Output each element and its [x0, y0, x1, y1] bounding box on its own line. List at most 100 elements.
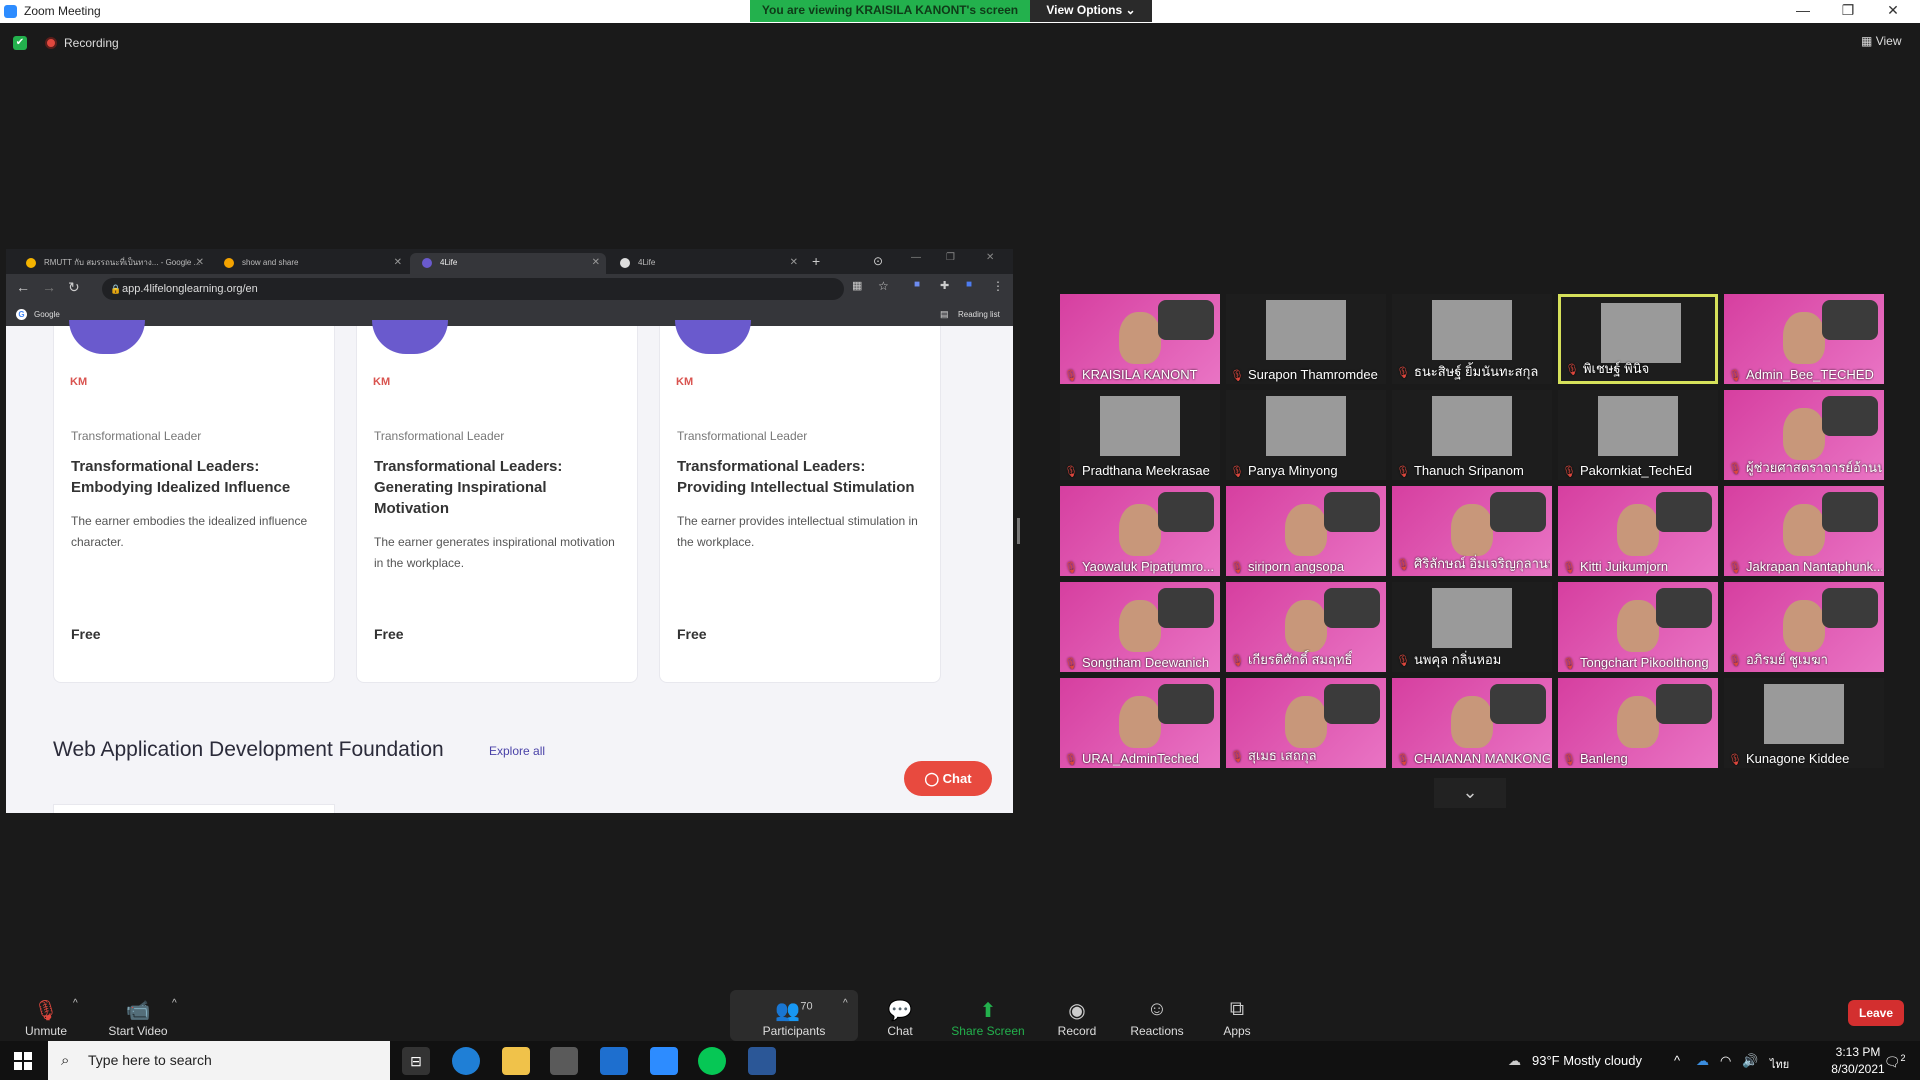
start-video-button[interactable]: 📹 Start Video — [98, 998, 178, 1038]
close-icon[interactable]: ✕ — [790, 253, 798, 272]
participant-tile[interactable]: 🎙 ธนะสิษฐ์ ยิ้มนันทะสกุล — [1392, 294, 1552, 384]
participants-button[interactable]: 👥70 Participants — [754, 998, 834, 1038]
forward-icon[interactable]: → — [42, 279, 56, 295]
participant-tile[interactable]: 🎙 KRAISILA KANONT — [1060, 294, 1220, 384]
card-title[interactable]: Transformational Leaders: Providing Inte… — [677, 456, 927, 498]
edge-icon[interactable] — [452, 1047, 480, 1075]
card-title[interactable]: Transformational Leaders: Embodying Idea… — [71, 456, 321, 498]
browser-menu-icon[interactable]: ⋮ — [992, 279, 1004, 293]
notification-icon[interactable]: 🗨2 — [1884, 1053, 1906, 1070]
participant-tile[interactable]: 🎙 Songtham Deewanich — [1060, 582, 1220, 672]
participant-tile[interactable]: 🎙 siriporn angsopa — [1226, 486, 1386, 576]
gallery-next-page-button[interactable]: ⌄ — [1434, 778, 1506, 808]
share-screen-button[interactable]: ⬆ Share Screen — [948, 998, 1028, 1038]
card-title[interactable]: Transformational Leaders: Generating Ins… — [374, 456, 624, 519]
mail-icon[interactable] — [600, 1047, 628, 1075]
url-input[interactable]: 🔒 app.4lifelonglearning.org/en — [102, 278, 844, 300]
participant-tile[interactable]: 🎙 Yaowaluk Pipatjumro... — [1060, 486, 1220, 576]
badge-card[interactable] — [53, 804, 335, 813]
volume-icon[interactable]: 🔊 — [1742, 1053, 1758, 1069]
record-button[interactable]: ◉ Record — [1037, 998, 1117, 1038]
participant-tile[interactable]: 🎙 อภิรมย์ ชูเมฆา — [1724, 582, 1884, 672]
participant-tile[interactable]: 🎙 Tongchart Pikoolthong — [1558, 582, 1718, 672]
reactions-button[interactable]: ☺ Reactions — [1117, 998, 1197, 1038]
close-button[interactable]: ✕ — [986, 252, 994, 263]
restore-button[interactable]: ❐ — [1833, 2, 1863, 19]
participant-tile[interactable]: 🎙 Banleng — [1558, 678, 1718, 768]
split-handle[interactable] — [1017, 518, 1020, 544]
badge-card[interactable]: KM Transformational Leader Transformatio… — [356, 320, 638, 683]
participant-tile[interactable]: 🎙 Kitti Juikumjorn — [1558, 486, 1718, 576]
browser-tab[interactable]: show and share ✕ — [212, 253, 408, 274]
participant-name: 🎙 Surapon Thamromdee — [1230, 367, 1378, 382]
apps-button[interactable]: ⧉ Apps — [1197, 998, 1277, 1038]
badge-card[interactable]: KM Transformational Leader Transformatio… — [659, 320, 941, 683]
file-explorer-icon[interactable] — [502, 1047, 530, 1075]
show-hidden-icons-icon[interactable]: ^ — [1674, 1053, 1680, 1068]
participant-tile[interactable]: 🎙 นพคุล กลิ่นหอม — [1392, 582, 1552, 672]
install-app-icon[interactable]: ▦ — [852, 279, 862, 292]
recording-label[interactable]: Recording — [64, 36, 119, 50]
microsoft-store-icon[interactable] — [550, 1047, 578, 1075]
participant-tile[interactable]: 🎙 Pradthana Meekrasae — [1060, 390, 1220, 480]
extension-shield-icon[interactable]: ■ — [966, 279, 972, 290]
word-icon[interactable] — [748, 1047, 776, 1075]
participant-tile[interactable]: 🎙 Kunagone Kiddee — [1724, 678, 1884, 768]
windows-start-icon[interactable] — [14, 1052, 32, 1070]
explore-all-link[interactable]: Explore all — [489, 744, 545, 758]
onedrive-icon[interactable]: ☁ — [1696, 1053, 1709, 1069]
extension-ab-icon[interactable]: ■ — [914, 279, 920, 290]
reload-icon[interactable]: ↻ — [68, 279, 80, 296]
line-app-icon[interactable] — [698, 1047, 726, 1075]
url-text: app.4lifelonglearning.org/en — [122, 283, 258, 295]
participant-tile[interactable]: 🎙 ผู้ช่วยศาสตราจารย์อ้านน... — [1724, 390, 1884, 480]
view-options-button[interactable]: View Options ⌄ — [1030, 0, 1152, 22]
participants-options-chevron-icon[interactable]: ^ — [843, 998, 848, 1009]
chat-button[interactable]: ◯ Chat — [904, 761, 992, 796]
participant-tile[interactable]: 🎙 พิเชษฐ์ พินิจ — [1558, 294, 1718, 384]
minimize-button[interactable]: — — [1788, 2, 1818, 18]
participant-video — [1119, 696, 1161, 748]
browser-tab[interactable]: 4Life ✕ — [608, 253, 804, 274]
browser-tab-active[interactable]: 4Life ✕ — [410, 253, 606, 274]
participant-tile[interactable]: 🎙 Thanuch Sripanom — [1392, 390, 1552, 480]
browser-tab[interactable]: RMUTT กับ สมรรถนะที่เป็นทาง... - Google … — [14, 253, 210, 274]
participant-name: 🎙ศิริลักษณ์ อิ่มเจริญกุลานนท์ — [1396, 553, 1550, 574]
bookmark-star-icon[interactable]: ☆ — [878, 279, 889, 293]
chat-toolbar-button[interactable]: 💬 Chat — [860, 998, 940, 1038]
badge-card[interactable]: KM Transformational Leader Transformatio… — [53, 320, 335, 683]
participant-tile[interactable]: 🎙 Panya Minyong — [1226, 390, 1386, 480]
back-icon[interactable]: ← — [16, 279, 30, 295]
participant-tile[interactable]: 🎙 Pakornkiat_TechEd — [1558, 390, 1718, 480]
task-view-icon[interactable]: ⊟ — [402, 1047, 430, 1075]
participant-tile[interactable]: 🎙 Jakrapan Nantaphunk... — [1724, 486, 1884, 576]
new-tab-icon[interactable]: + — [812, 253, 820, 269]
participant-tile[interactable]: 🎙 Surapon Thamromdee — [1226, 294, 1386, 384]
bookmark-google[interactable]: Google — [34, 310, 60, 319]
minimize-button[interactable]: — — [911, 252, 921, 263]
restore-button[interactable]: ❐ — [946, 252, 955, 263]
view-button[interactable]: ▦ View — [1861, 34, 1901, 48]
tab-search-icon[interactable]: ⊙ — [873, 254, 883, 268]
video-options-chevron-icon[interactable]: ^ — [172, 998, 177, 1009]
zoom-app-icon[interactable] — [650, 1047, 678, 1075]
input-language[interactable]: ไทย — [1770, 1055, 1789, 1073]
close-icon[interactable]: ✕ — [592, 253, 600, 272]
audio-options-chevron-icon[interactable]: ^ — [73, 998, 78, 1009]
participant-tile[interactable]: 🎙 สุเมธ เสถกุล — [1226, 678, 1386, 768]
close-icon[interactable]: ✕ — [196, 253, 204, 272]
wifi-icon[interactable]: ◠ — [1720, 1053, 1731, 1069]
close-button[interactable]: ✕ — [1878, 2, 1908, 19]
extensions-puzzle-icon[interactable]: ✚ — [940, 279, 949, 292]
leave-button[interactable]: Leave — [1848, 1000, 1904, 1026]
participant-tile[interactable]: 🎙 CHAIANAN MANKONG — [1392, 678, 1552, 768]
taskbar-search-input[interactable]: ⌕ Type here to search — [48, 1041, 390, 1080]
participant-tile[interactable]: 🎙 เกียรติศักดิ์ สมฤทธิ์ — [1226, 582, 1386, 672]
participant-tile[interactable]: 🎙 Admin_Bee_TECHED — [1724, 294, 1884, 384]
weather-text[interactable]: 93°F Mostly cloudy — [1532, 1053, 1642, 1068]
participant-tile[interactable]: 🎙ศิริลักษณ์ อิ่มเจริญกุลานนท์ — [1392, 486, 1552, 576]
close-icon[interactable]: ✕ — [394, 253, 402, 272]
reading-list-button[interactable]: Reading list — [958, 310, 1000, 319]
security-shield-icon[interactable]: ✔ — [13, 36, 27, 50]
participant-tile[interactable]: 🎙 URAI_AdminTeched — [1060, 678, 1220, 768]
